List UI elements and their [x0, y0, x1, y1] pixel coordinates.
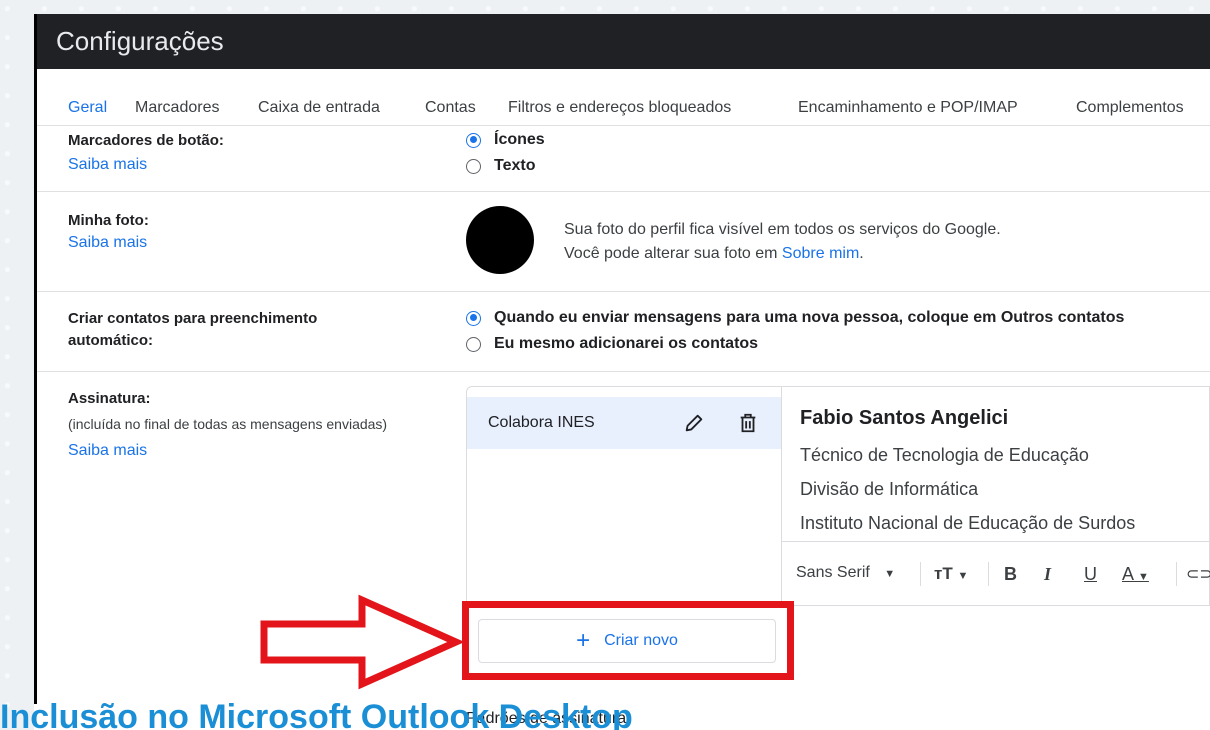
tab-geral[interactable]: Geral [68, 99, 107, 117]
my-photo-row: Minha foto: Saiba mais Sua foto do perfi… [34, 192, 1210, 292]
radio-text-indicator[interactable] [466, 158, 481, 174]
settings-window: Configurações Geral Marcadores Caixa de … [34, 14, 1210, 730]
radio-manual-add-indicator[interactable] [466, 336, 481, 352]
tab-complementos[interactable]: Complementos [1076, 99, 1184, 117]
trash-icon[interactable] [737, 411, 759, 435]
font-size-icon[interactable]: тT ▼ [934, 564, 968, 584]
radio-text[interactable]: Texto [466, 157, 535, 175]
signature-list: Colabora INES [467, 387, 782, 605]
signature-sublabel: (incluída no final de todas as mensagens… [68, 416, 388, 432]
radio-auto-add-indicator[interactable] [466, 310, 481, 326]
avatar[interactable] [466, 206, 534, 274]
signature-learn-more[interactable]: Saiba mais [68, 442, 147, 460]
photo-info-prefix: Você pode alterar sua foto em [564, 245, 782, 262]
text-color-button[interactable]: A ▼ [1122, 564, 1149, 585]
italic-button[interactable]: I [1044, 564, 1051, 585]
button-labels-learn-more[interactable]: Saiba mais [68, 156, 147, 174]
photo-info-line2: Você pode alterar sua foto em Sobre mim. [564, 242, 1001, 266]
link-icon[interactable]: ⊂⊃ [1186, 564, 1210, 584]
pencil-icon[interactable] [683, 412, 705, 434]
tab-contas[interactable]: Contas [425, 99, 476, 117]
auto-contacts-label-line1: Criar contatos para preenchimento [68, 310, 318, 327]
radio-icons[interactable]: Ícones [466, 131, 545, 149]
photo-info-text: Sua foto do perfil fica visível em todos… [564, 218, 1001, 266]
my-photo-label: Minha foto: [68, 212, 149, 229]
window-left-edge [34, 14, 37, 704]
settings-tabs: Geral Marcadores Caixa de entrada Contas… [34, 69, 1210, 126]
radio-icons-label: Ícones [494, 131, 545, 148]
text-color-label: A [1122, 564, 1134, 584]
create-new-signature-button[interactable]: + Criar novo [478, 619, 776, 663]
my-photo-learn-more[interactable]: Saiba mais [68, 234, 147, 252]
plus-icon: + [576, 627, 591, 654]
auto-contacts-label-line2: automático: [68, 332, 154, 349]
signature-line-2: Divisão de Informática [800, 479, 979, 499]
caption-text: Inclusão no Microsoft Outlook Desktop [0, 698, 633, 730]
photo-info-suffix: . [859, 245, 864, 262]
signature-line-3: Instituto Nacional de Educação de Surdos [800, 513, 1136, 533]
auto-contacts-label: Criar contatos para preenchimento automá… [68, 308, 317, 352]
signature-list-item[interactable]: Colabora INES [467, 397, 781, 449]
auto-contacts-row: Criar contatos para preenchimento automá… [34, 292, 1210, 372]
radio-manual-add[interactable]: Eu mesmo adicionarei os contatos [466, 335, 758, 353]
tab-marcadores[interactable]: Marcadores [135, 99, 219, 117]
radio-manual-add-label: Eu mesmo adicionarei os contatos [494, 335, 759, 352]
signature-panel: Colabora INES Fabio Santos Angelici Técn… [466, 386, 1210, 606]
page-title: Configurações [34, 14, 1210, 69]
chevron-down-icon: ▼ [1138, 571, 1149, 583]
radio-text-label: Texto [494, 157, 536, 174]
font-family-label: Sans Serif [796, 564, 870, 581]
button-labels-row: Marcadores de botão: Saiba mais Ícones T… [34, 126, 1210, 192]
tab-filtros[interactable]: Filtros e endereços bloqueados [508, 99, 731, 117]
toolbar-divider [920, 562, 921, 586]
signature-editor[interactable]: Fabio Santos Angelici Técnico de Tecnolo… [782, 387, 1210, 605]
signature-line-1: Técnico de Tecnologia de Educação [800, 445, 1089, 465]
bold-button[interactable]: B [1004, 564, 1017, 585]
toolbar-divider [1176, 562, 1177, 586]
create-new-label: Criar novo [604, 632, 678, 649]
radio-icons-indicator[interactable] [466, 132, 481, 148]
signature-label: Assinatura: [68, 390, 151, 407]
radio-auto-add-label: Quando eu enviar mensagens para uma nova… [494, 309, 1125, 326]
signature-item-name: Colabora INES [488, 414, 595, 431]
tab-caixa-de-entrada[interactable]: Caixa de entrada [258, 99, 380, 117]
about-me-link[interactable]: Sobre mim [782, 245, 859, 262]
toolbar-divider [988, 562, 989, 586]
tab-encaminhamento[interactable]: Encaminhamento e POP/IMAP [798, 99, 1018, 117]
chevron-down-icon: ▼ [884, 568, 896, 580]
photo-info-line1: Sua foto do perfil fica visível em todos… [564, 221, 1001, 238]
signature-name: Fabio Santos Angelici [800, 407, 1009, 429]
underline-button[interactable]: U [1084, 564, 1097, 585]
button-labels-label: Marcadores de botão: [68, 132, 224, 149]
radio-auto-add[interactable]: Quando eu enviar mensagens para uma nova… [466, 309, 1124, 327]
chevron-down-icon: ▼ [957, 570, 969, 582]
font-family-select[interactable]: Sans Serif ▼ [796, 564, 895, 582]
formatting-toolbar: Sans Serif ▼ тT ▼ B I U A ▼ ⊂⊃ [782, 541, 1210, 605]
